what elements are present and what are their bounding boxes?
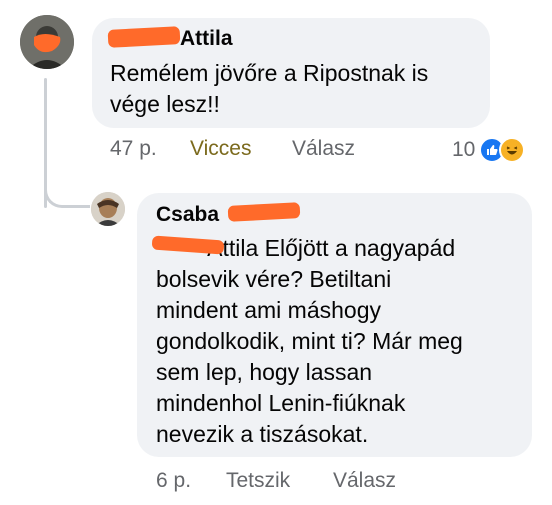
reaction-count: 10	[452, 138, 476, 161]
avatar-image	[91, 192, 125, 226]
haha-icon	[499, 137, 526, 163]
avatar[interactable]	[91, 192, 125, 226]
redaction-mark	[107, 26, 181, 48]
avatar-image	[20, 15, 74, 69]
comment-time[interactable]: 6 p.	[156, 469, 191, 493]
comment-author[interactable]: Attila	[180, 27, 233, 51]
reaction-button[interactable]: Vicces	[190, 137, 251, 161]
comment-text: Attila Előjött a nagyapád bolsevik vére?…	[156, 235, 463, 447]
like-button[interactable]: Tetszik	[226, 469, 290, 493]
avatar[interactable]	[20, 15, 74, 69]
reply-button[interactable]: Válasz	[333, 469, 396, 493]
thread-connector	[44, 160, 90, 208]
comment-time[interactable]: 47 p.	[110, 137, 157, 161]
comment-text: Remélem jövőre a Ripostnak is vége lesz!…	[110, 60, 429, 117]
reply-button[interactable]: Válasz	[292, 137, 355, 161]
comment-author[interactable]: Csaba	[156, 203, 219, 227]
reaction-summary[interactable]: 10	[452, 136, 526, 164]
